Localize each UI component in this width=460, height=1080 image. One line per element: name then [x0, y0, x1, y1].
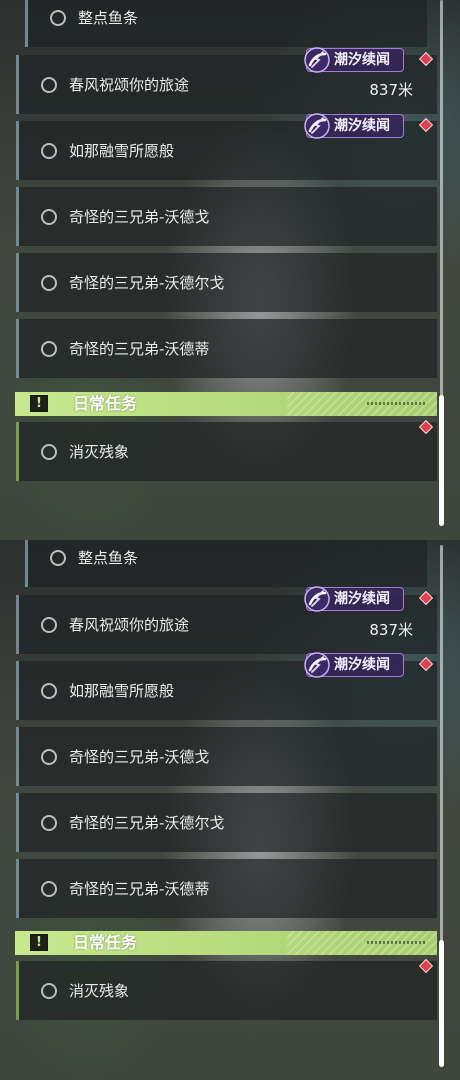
- quest-title: 春风祝颂你的旅途: [69, 75, 190, 94]
- tide-swirl-icon: [304, 47, 330, 73]
- quest-radio-icon[interactable]: [41, 616, 57, 633]
- scrollbar[interactable]: [439, 545, 444, 1067]
- quest-row[interactable]: 奇怪的三兄弟-沃德戈: [16, 187, 437, 246]
- daily-section-header[interactable]: ! 日常任务: [15, 392, 437, 416]
- quest-title: 奇怪的三兄弟-沃德戈: [69, 747, 210, 766]
- quest-radio-icon[interactable]: [41, 76, 57, 93]
- quest-radio-icon[interactable]: [41, 982, 57, 999]
- quest-tag-badge: 潮汐续闻: [304, 47, 404, 73]
- tag-label: 潮汐续闻: [334, 591, 390, 607]
- alert-icon: !: [30, 395, 48, 412]
- quest-title: 整点鱼条: [78, 8, 139, 27]
- quest-distance: 837米: [369, 81, 413, 99]
- quest-radio-icon[interactable]: [50, 9, 66, 26]
- quest-radio-icon[interactable]: [41, 880, 57, 897]
- tag-label: 潮汐续闻: [334, 657, 390, 673]
- quest-tag-badge: 潮汐续闻: [304, 652, 404, 678]
- quest-row[interactable]: 奇怪的三兄弟-沃德蒂: [16, 859, 437, 918]
- quest-distance: 837米: [369, 621, 413, 639]
- tag-label: 潮汐续闻: [334, 52, 390, 68]
- section-title: 日常任务: [73, 394, 138, 413]
- scrollbar[interactable]: [439, 0, 444, 526]
- quest-row[interactable]: 奇怪的三兄弟-沃德蒂: [16, 319, 437, 378]
- quest-title: 奇怪的三兄弟-沃德尔戈: [69, 273, 225, 292]
- alert-icon: !: [30, 934, 48, 951]
- daily-section-header[interactable]: ! 日常任务: [15, 931, 437, 955]
- quest-tag-badge: 潮汐续闻: [304, 586, 404, 612]
- quest-radio-icon[interactable]: [41, 208, 57, 225]
- quest-radio-icon[interactable]: [41, 814, 57, 831]
- quest-title: 整点鱼条: [78, 548, 139, 567]
- quest-radio-icon[interactable]: [41, 748, 57, 765]
- quest-title: 如那融雪所愿般: [69, 681, 175, 700]
- quest-radio-icon[interactable]: [50, 549, 66, 566]
- quest-row[interactable]: 奇怪的三兄弟-沃德尔戈: [16, 793, 437, 852]
- quest-row[interactable]: 消灭残象: [16, 422, 437, 481]
- quest-radio-icon[interactable]: [41, 274, 57, 291]
- quest-title: 奇怪的三兄弟-沃德蒂: [69, 879, 210, 898]
- scrollbar-thumb[interactable]: [439, 395, 444, 526]
- tide-swirl-icon: [304, 652, 330, 678]
- quest-list-panel[interactable]: 整点鱼条 春风祝颂你的旅途 837米 如那融雪所愿般 奇怪的三兄弟-沃德戈 奇怪…: [0, 540, 460, 1080]
- quest-title: 如那融雪所愿般: [69, 141, 175, 160]
- scrollbar-thumb[interactable]: [439, 940, 444, 1067]
- header-decoration: [367, 941, 425, 944]
- quest-title: 消灭残象: [69, 442, 130, 461]
- quest-row[interactable]: 整点鱼条: [25, 0, 427, 47]
- quest-radio-icon[interactable]: [41, 142, 57, 159]
- quest-radio-icon[interactable]: [41, 682, 57, 699]
- tag-label: 潮汐续闻: [334, 118, 390, 134]
- section-title: 日常任务: [73, 933, 138, 952]
- quest-title: 春风祝颂你的旅途: [69, 615, 190, 634]
- quest-title: 奇怪的三兄弟-沃德尔戈: [69, 813, 225, 832]
- quest-title: 奇怪的三兄弟-沃德戈: [69, 207, 210, 226]
- quest-row[interactable]: 消灭残象: [16, 961, 437, 1020]
- header-decoration: [367, 402, 425, 405]
- quest-radio-icon[interactable]: [41, 340, 57, 357]
- quest-radio-icon[interactable]: [41, 443, 57, 460]
- quest-row[interactable]: 奇怪的三兄弟-沃德戈: [16, 727, 437, 786]
- tide-swirl-icon: [304, 113, 330, 139]
- tide-swirl-icon: [304, 586, 330, 612]
- quest-tag-badge: 潮汐续闻: [304, 113, 404, 139]
- quest-title: 奇怪的三兄弟-沃德蒂: [69, 339, 210, 358]
- quest-row[interactable]: 奇怪的三兄弟-沃德尔戈: [16, 253, 437, 312]
- quest-row[interactable]: 整点鱼条: [25, 540, 427, 587]
- quest-list-panel[interactable]: 整点鱼条 春风祝颂你的旅途 837米 如那融雪所愿般 奇怪的三兄弟-沃德戈 奇怪…: [0, 0, 460, 540]
- quest-title: 消灭残象: [69, 981, 130, 1000]
